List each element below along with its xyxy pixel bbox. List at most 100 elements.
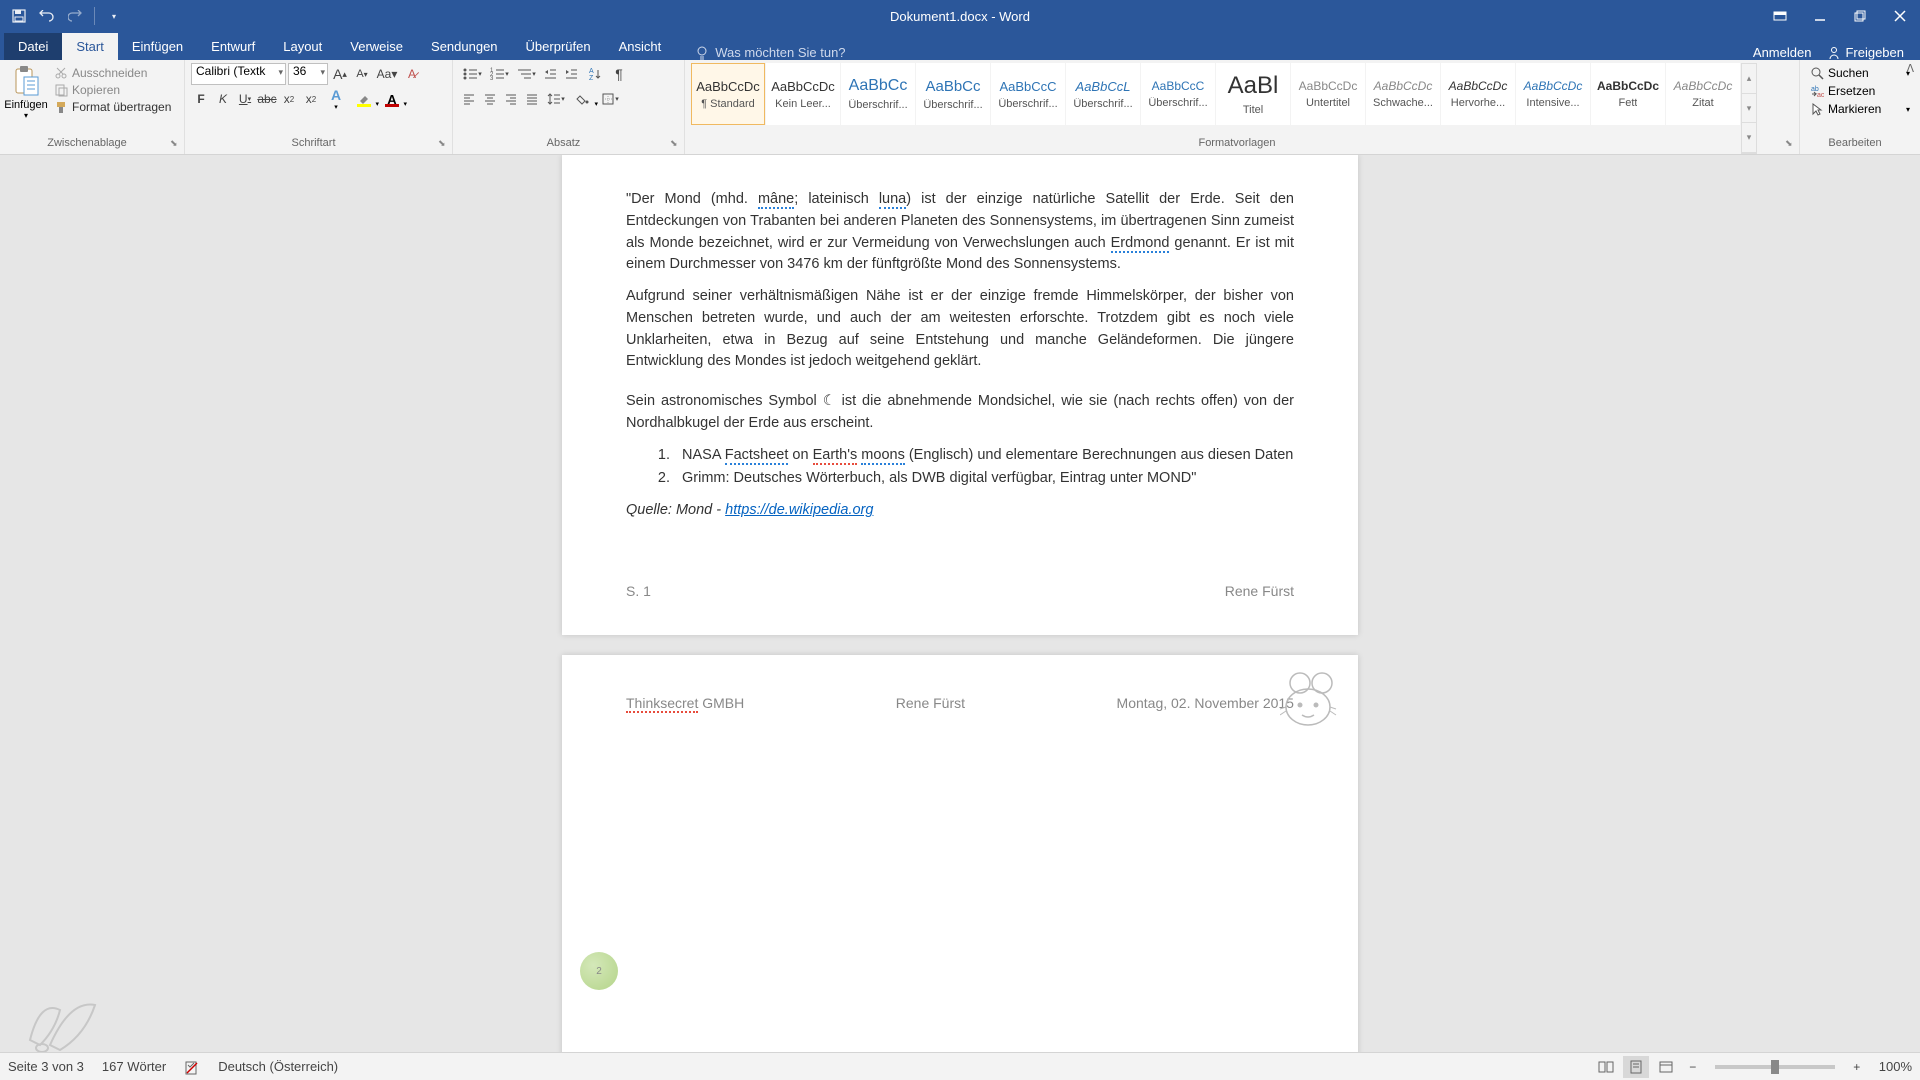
- bullets-icon: [462, 67, 478, 81]
- zoom-out-button[interactable]: −: [1683, 1056, 1703, 1078]
- style-item[interactable]: AaBbCcDcHervorhe...: [1441, 63, 1515, 125]
- tell-me-search[interactable]: [695, 45, 915, 60]
- change-case-button[interactable]: Aa▾: [374, 63, 400, 85]
- tab-mailings[interactable]: Sendungen: [417, 33, 512, 60]
- status-words[interactable]: 167 Wörter: [102, 1059, 166, 1074]
- status-page[interactable]: Seite 3 von 3: [8, 1059, 84, 1074]
- minimize-icon[interactable]: [1800, 0, 1840, 32]
- tab-view[interactable]: Ansicht: [605, 33, 676, 60]
- status-proofing-icon[interactable]: [184, 1059, 200, 1075]
- paragraph-dialog-launcher[interactable]: ⬊: [670, 138, 682, 150]
- superscript-button[interactable]: x2: [301, 88, 321, 110]
- style-item[interactable]: AaBbCcDcSchwache...: [1366, 63, 1440, 125]
- paragraph[interactable]: "Der Mond (mhd. mâne; lateinisch luna) i…: [626, 189, 1294, 276]
- ribbon-display-icon[interactable]: [1760, 0, 1800, 32]
- style-item[interactable]: AaBlTitel: [1216, 63, 1290, 125]
- paragraph[interactable]: Sein astronomisches Symbol ☾ ist die abn…: [626, 391, 1294, 435]
- tab-file[interactable]: Datei: [4, 33, 62, 60]
- qat-customize-icon[interactable]: ▾: [103, 5, 125, 27]
- decrease-indent-button[interactable]: [540, 63, 560, 85]
- find-button[interactable]: Suchen▾: [1806, 65, 1914, 81]
- page-2[interactable]: Thinksecret GMBH Rene Fürst Montag, 02. …: [562, 655, 1358, 1052]
- style-item[interactable]: AaBbCcDcKein Leer...: [766, 63, 840, 125]
- document-area[interactable]: "Der Mond (mhd. mâne; lateinisch luna) i…: [0, 155, 1920, 1052]
- numbered-list[interactable]: NASA Factsheet on Earth's moons (Englisc…: [674, 445, 1294, 491]
- brush-icon: [54, 100, 68, 114]
- save-icon[interactable]: [8, 5, 30, 27]
- multilevel-button[interactable]: ▾: [513, 63, 539, 85]
- read-mode-button[interactable]: [1593, 1056, 1619, 1078]
- page-1[interactable]: "Der Mond (mhd. mâne; lateinisch luna) i…: [562, 155, 1358, 635]
- list-item[interactable]: NASA Factsheet on Earth's moons (Englisc…: [674, 445, 1294, 467]
- tab-review[interactable]: Überprüfen: [512, 33, 605, 60]
- underline-button[interactable]: U▾: [235, 88, 255, 110]
- subscript-button[interactable]: x2: [279, 88, 299, 110]
- close-icon[interactable]: [1880, 0, 1920, 32]
- undo-icon[interactable]: [36, 5, 58, 27]
- clear-format-button[interactable]: A̷: [402, 63, 422, 85]
- web-layout-button[interactable]: [1653, 1056, 1679, 1078]
- print-layout-button[interactable]: [1623, 1056, 1649, 1078]
- style-item[interactable]: AaBbCcLÜberschrif...: [1066, 63, 1140, 125]
- zoom-in-button[interactable]: +: [1847, 1056, 1867, 1078]
- zoom-level[interactable]: 100%: [1879, 1059, 1912, 1074]
- style-item[interactable]: AaBbCcDcUntertitel: [1291, 63, 1365, 125]
- line-spacing-button[interactable]: ▾: [543, 88, 569, 110]
- tab-layout[interactable]: Layout: [269, 33, 336, 60]
- tab-insert[interactable]: Einfügen: [118, 33, 197, 60]
- align-right-button[interactable]: [501, 88, 521, 110]
- align-left-button[interactable]: [459, 88, 479, 110]
- tab-start[interactable]: Start: [62, 33, 117, 60]
- select-button[interactable]: Markieren▾: [1806, 101, 1914, 117]
- redo-icon[interactable]: [64, 5, 86, 27]
- window-title: Dokument1.docx - Word: [890, 9, 1030, 24]
- font-dialog-launcher[interactable]: ⬊: [438, 138, 450, 150]
- increase-indent-button[interactable]: [561, 63, 581, 85]
- strike-button[interactable]: abc: [257, 88, 277, 110]
- list-item[interactable]: Grimm: Deutsches Wörterbuch, als DWB dig…: [674, 468, 1294, 490]
- gallery-up[interactable]: ▴: [1742, 64, 1756, 94]
- borders-button[interactable]: ▾: [597, 88, 623, 110]
- style-item[interactable]: AaBbCcDcFett: [1591, 63, 1665, 125]
- bullets-button[interactable]: ▾: [459, 63, 485, 85]
- zoom-slider[interactable]: [1715, 1065, 1835, 1069]
- font-color-button[interactable]: A▾: [379, 88, 405, 110]
- style-item[interactable]: AaBbCcDcIntensive...: [1516, 63, 1590, 125]
- font-name-select[interactable]: Calibri (Textk▾: [191, 63, 286, 85]
- gallery-down[interactable]: ▾: [1742, 94, 1756, 124]
- maximize-icon[interactable]: [1840, 0, 1880, 32]
- shading-button[interactable]: ▾: [570, 88, 596, 110]
- signin-link[interactable]: Anmelden: [1753, 45, 1812, 60]
- style-item[interactable]: AaBbCcCÜberschrif...: [1141, 63, 1215, 125]
- style-item[interactable]: AaBbCcÜberschrif...: [841, 63, 915, 125]
- format-painter-button[interactable]: Format übertragen: [50, 99, 175, 115]
- sort-button[interactable]: AZ: [582, 63, 608, 85]
- grow-font-button[interactable]: A▴: [330, 63, 350, 85]
- collapse-ribbon-icon[interactable]: ᐱ: [1906, 62, 1914, 75]
- styles-dialog-launcher[interactable]: ⬊: [1785, 138, 1797, 150]
- bold-button[interactable]: F: [191, 88, 211, 110]
- style-item[interactable]: AaBbCcÜberschrif...: [916, 63, 990, 125]
- status-language[interactable]: Deutsch (Österreich): [218, 1059, 338, 1074]
- show-marks-button[interactable]: ¶: [609, 63, 629, 85]
- text-effects-button[interactable]: A▾: [323, 88, 349, 110]
- shrink-font-button[interactable]: A▾: [352, 63, 372, 85]
- style-item[interactable]: AaBbCcDc¶ Standard: [691, 63, 765, 125]
- italic-button[interactable]: K: [213, 88, 233, 110]
- share-button[interactable]: Freigeben: [1827, 45, 1904, 60]
- clipboard-dialog-launcher[interactable]: ⬊: [170, 138, 182, 150]
- font-size-select[interactable]: 36▾: [288, 63, 328, 85]
- align-center-button[interactable]: [480, 88, 500, 110]
- justify-button[interactable]: [522, 88, 542, 110]
- style-item[interactable]: AaBbCcDcZitat: [1666, 63, 1740, 125]
- source-line[interactable]: Quelle: Mond - https://de.wikipedia.org: [626, 500, 1294, 522]
- tell-me-input[interactable]: [715, 45, 915, 60]
- tab-design[interactable]: Entwurf: [197, 33, 269, 60]
- wikipedia-link[interactable]: https://de.wikipedia.org: [725, 502, 873, 518]
- numbering-button[interactable]: 123▾: [486, 63, 512, 85]
- replace-button[interactable]: abacErsetzen: [1806, 83, 1914, 99]
- highlight-button[interactable]: ▾: [351, 88, 377, 110]
- paragraph[interactable]: Aufgrund seiner verhältnismäßigen Nähe i…: [626, 286, 1294, 373]
- tab-references[interactable]: Verweise: [336, 33, 417, 60]
- style-item[interactable]: AaBbCcCÜberschrif...: [991, 63, 1065, 125]
